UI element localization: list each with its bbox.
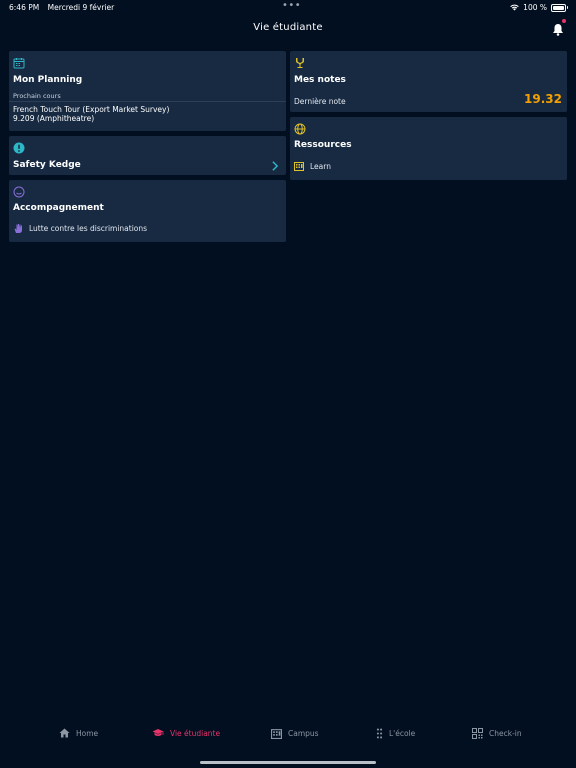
building-icon xyxy=(271,729,282,739)
building-icon xyxy=(294,162,304,171)
course-name: French Touch Tour (Export Market Survey) xyxy=(13,105,170,114)
multitask-dots[interactable]: ••• xyxy=(282,0,301,11)
accompagnement-title: Accompagnement xyxy=(13,203,104,213)
calendar-icon xyxy=(13,58,25,69)
safety-kedge-title: Safety Kedge xyxy=(13,160,81,170)
qr-code-icon xyxy=(472,728,483,739)
dots-grid-icon xyxy=(376,728,383,739)
battery-percent: 100 % xyxy=(523,3,547,12)
tab-check-in[interactable]: Check-in xyxy=(472,728,522,739)
home-indicator[interactable] xyxy=(200,761,376,764)
status-indicators: 100 % xyxy=(510,3,568,12)
tab-campus[interactable]: Campus xyxy=(271,728,319,739)
trophy-icon xyxy=(296,58,304,68)
status-time: 6:46 PM xyxy=(9,3,40,12)
hand-icon xyxy=(14,224,22,233)
wifi-icon xyxy=(510,4,519,11)
page-title: Vie étudiante xyxy=(253,22,323,33)
learn-link[interactable]: Learn xyxy=(294,161,331,171)
notifications-button[interactable] xyxy=(552,19,566,36)
tab-home-label: Home xyxy=(76,728,99,738)
planning-card[interactable]: Mon Planning Prochain cours French Touch… xyxy=(9,51,286,131)
planning-title: Mon Planning xyxy=(13,75,83,85)
grades-card[interactable]: Mes notes Dernière note 19.32 xyxy=(290,51,567,112)
tab-vie-etudiante-label: Vie étudiante xyxy=(170,728,221,738)
notification-badge xyxy=(562,19,566,23)
next-course[interactable]: French Touch Tour (Export Market Survey)… xyxy=(9,101,286,132)
tab-home[interactable]: Home xyxy=(59,728,98,738)
grades-title: Mes notes xyxy=(294,75,346,85)
next-course-label: Prochain cours xyxy=(13,92,61,100)
chevron-right-icon xyxy=(272,161,279,171)
accompagnement-card[interactable]: Accompagnement Lutte contre les discrimi… xyxy=(9,180,286,242)
bell-icon xyxy=(553,24,563,36)
tab-ecole-label: L'école xyxy=(389,729,416,738)
home-icon xyxy=(59,728,70,738)
tab-vie-etudiante[interactable]: Vie étudiante xyxy=(152,728,220,738)
status-date: Mercredi 9 février xyxy=(47,3,115,12)
discrimination-link[interactable]: Lutte contre les discriminations xyxy=(13,223,147,234)
status-time-date: 6:46 PM Mercredi 9 février xyxy=(9,3,120,12)
tab-bar: Home Vie étudiante Campus L'école Check-… xyxy=(0,720,576,768)
resources-title: Ressources xyxy=(294,140,352,150)
alert-icon xyxy=(13,142,25,154)
status-bar: 6:46 PM Mercredi 9 février ••• 100 % xyxy=(0,0,576,14)
graduation-cap-icon xyxy=(152,729,164,736)
globe-icon xyxy=(294,123,306,135)
tab-ecole[interactable]: L'école xyxy=(376,728,415,739)
discrimination-label: Lutte contre les discriminations xyxy=(29,224,148,233)
safety-kedge-card[interactable]: Safety Kedge xyxy=(9,136,286,175)
last-grade-label: Dernière note xyxy=(294,97,346,106)
last-grade-value: 19.32 xyxy=(524,92,562,106)
tab-check-in-label: Check-in xyxy=(489,729,522,738)
tab-campus-label: Campus xyxy=(288,729,319,738)
learn-label: Learn xyxy=(310,161,331,171)
battery-icon xyxy=(551,3,568,12)
course-room: 9.209 (Amphitheatre) xyxy=(13,114,95,123)
resources-card[interactable]: Ressources Learn xyxy=(290,117,567,180)
smiley-icon xyxy=(13,186,25,198)
